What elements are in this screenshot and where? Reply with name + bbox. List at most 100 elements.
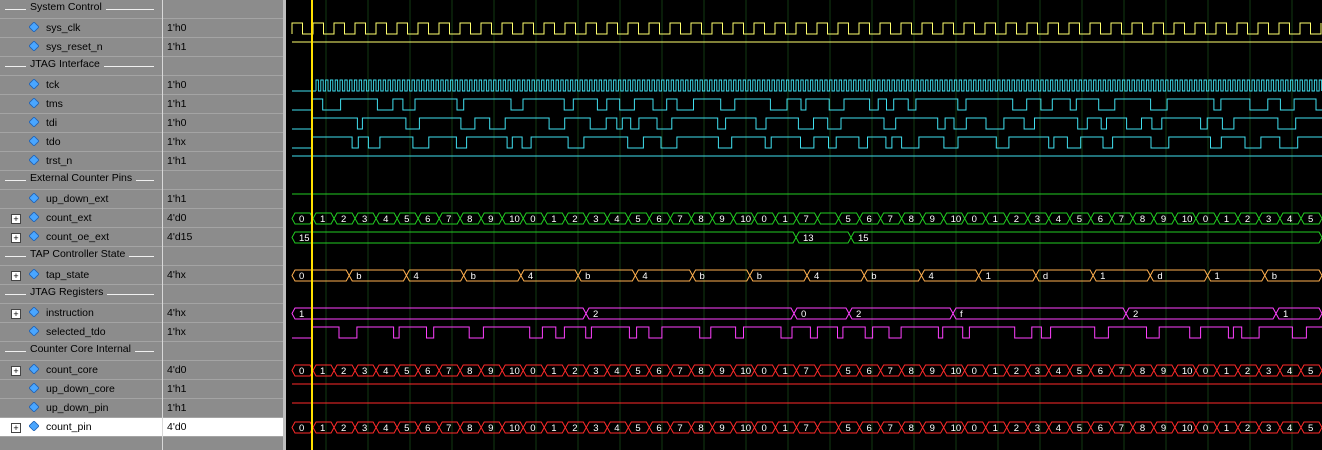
bus-value-label: 7: [888, 423, 893, 434]
bus-value-label: 10: [509, 366, 520, 377]
signal-row[interactable]: + count_pin: [0, 418, 162, 437]
group-divider[interactable]: TAP Controller State: [0, 247, 162, 266]
bus-value-label: f: [960, 309, 963, 320]
expand-icon[interactable]: +: [11, 271, 21, 281]
bus-segment: [816, 212, 840, 225]
signal-row[interactable]: + instruction: [0, 304, 162, 323]
bus-value-label: 1: [1224, 214, 1229, 225]
signal-row[interactable]: tdi: [0, 114, 162, 133]
signal-values-panel: 1'h0 1'h1 1'h0 1'h1 1'h0 1'hx 1'h1 1'h1 4'd0 4'd1…: [163, 0, 283, 450]
signal-value: 1'h1: [167, 98, 187, 110]
expand-icon[interactable]: +: [11, 423, 21, 433]
bus-value-label: 7: [1119, 214, 1124, 225]
bus-value-label: 4: [614, 423, 619, 434]
signal-row[interactable]: trst_n: [0, 152, 162, 171]
signal-value-row: 1'h0: [163, 76, 283, 95]
signal-names-panel: System Control sys_clk sys_reset_n JTAG Int…: [0, 0, 162, 450]
bus-value-label: 3: [593, 214, 598, 225]
group-divider[interactable]: JTAG Interface: [0, 57, 162, 76]
expand-icon[interactable]: +: [11, 214, 21, 224]
signal-row[interactable]: tdo: [0, 133, 162, 152]
bus-value-label: 7: [677, 214, 682, 225]
bus-value-label: 4: [1287, 214, 1292, 225]
bus-value-label: 3: [593, 423, 598, 434]
bus-value-label: 2: [341, 366, 346, 377]
bus-value-label: 10: [1182, 214, 1193, 225]
bus-value-label: 8: [467, 214, 472, 225]
bus-value-label: 10: [509, 423, 520, 434]
bus-value-label: 7: [1119, 423, 1124, 434]
bus-value-label: 4: [814, 271, 819, 282]
bus-value-label: 3: [1266, 366, 1271, 377]
expand-icon[interactable]: +: [11, 309, 21, 319]
group-divider[interactable]: Counter Core Internal: [0, 342, 162, 361]
bus-value-label: 0: [1203, 366, 1208, 377]
bus-value-label: 5: [635, 214, 640, 225]
group-divider[interactable]: External Counter Pins: [0, 171, 162, 190]
bus-value-label: 8: [467, 423, 472, 434]
signal-name: tdo: [46, 136, 61, 148]
signal-row[interactable]: + count_ext: [0, 209, 162, 228]
bus-value-label: 7: [803, 423, 808, 434]
signal-row[interactable]: up_down_pin: [0, 399, 162, 418]
bus-value-label: 3: [1035, 214, 1040, 225]
bus-value-label: 0: [299, 271, 304, 282]
signal-value: 1'h0: [167, 79, 187, 91]
bus-value-label: 5: [846, 366, 851, 377]
bus-value-label: b: [871, 271, 876, 282]
bus-value-label: 4: [383, 423, 388, 434]
signal-icon: [29, 117, 39, 127]
bus-value-label: 9: [488, 214, 493, 225]
expand-icon[interactable]: +: [11, 233, 21, 243]
group-divider[interactable]: System Control: [0, 0, 162, 19]
bus-value-label: 4: [1056, 366, 1061, 377]
signal-row[interactable]: up_down_ext: [0, 190, 162, 209]
bus-value-label: 3: [362, 423, 367, 434]
bus-value-label: 1: [782, 214, 787, 225]
bus-value-label: 2: [341, 214, 346, 225]
bus-value-label: 8: [909, 423, 914, 434]
signal-row[interactable]: tms: [0, 95, 162, 114]
signal-row[interactable]: sys_reset_n: [0, 38, 162, 57]
signal-row[interactable]: + count_oe_ext: [0, 228, 162, 247]
waveform-canvas[interactable]: 0 1 2 3 4 5 6 7 8 9 10 0 1 2 3 4 5 6 7 8 9 10 0 1 7 5 6 7 8 9 10 0 1 2 3 4 5…: [286, 0, 1322, 450]
bus-value-label: 4: [614, 366, 619, 377]
waveform-instruction: 1 2 0 2 f 2 1: [291, 307, 1322, 320]
bus-value-label: 6: [1098, 366, 1103, 377]
bus-value-label: 1: [986, 271, 991, 282]
signal-row[interactable]: + tap_state: [0, 266, 162, 285]
signal-name: count_ext: [46, 212, 92, 224]
bus-value-label: 2: [1245, 366, 1250, 377]
expand-icon[interactable]: +: [11, 366, 21, 376]
bus-value-label: 0: [972, 366, 977, 377]
bus-value-label: 6: [1098, 423, 1103, 434]
group-label: Counter Core Internal: [26, 343, 135, 355]
bus-value-label: 1: [993, 214, 998, 225]
group-label: System Control: [26, 1, 106, 13]
signal-name: up_down_ext: [46, 193, 109, 205]
bus-value-label: 1: [320, 214, 325, 225]
signal-row[interactable]: sys_clk: [0, 19, 162, 38]
signal-row[interactable]: tck: [0, 76, 162, 95]
waveform-tck: [292, 79, 1322, 92]
bus-value-label: 5: [1077, 423, 1082, 434]
bus-value-label: 10: [1182, 366, 1193, 377]
group-label: External Counter Pins: [26, 172, 137, 184]
bus-value-label: 10: [509, 214, 520, 225]
signal-value-row: 4'd0: [163, 361, 283, 380]
bus-value-label: 2: [1245, 214, 1250, 225]
signal-icon: [29, 364, 39, 374]
bus-value-label: 4: [413, 271, 418, 282]
signal-value: 1'h1: [167, 41, 187, 53]
signal-row[interactable]: up_down_core: [0, 380, 162, 399]
bus-value-label: 1: [1215, 271, 1220, 282]
bus-value-label: 5: [1308, 423, 1313, 434]
signal-row[interactable]: + count_core: [0, 361, 162, 380]
group-divider[interactable]: JTAG Registers: [0, 285, 162, 304]
bus-value-label: 1: [1224, 366, 1229, 377]
signal-row[interactable]: selected_tdo: [0, 323, 162, 342]
bus-segment: [1125, 307, 1277, 320]
bus-value-label: 9: [1161, 366, 1166, 377]
bus-segment: [585, 307, 795, 320]
bus-value-label: 6: [425, 366, 430, 377]
